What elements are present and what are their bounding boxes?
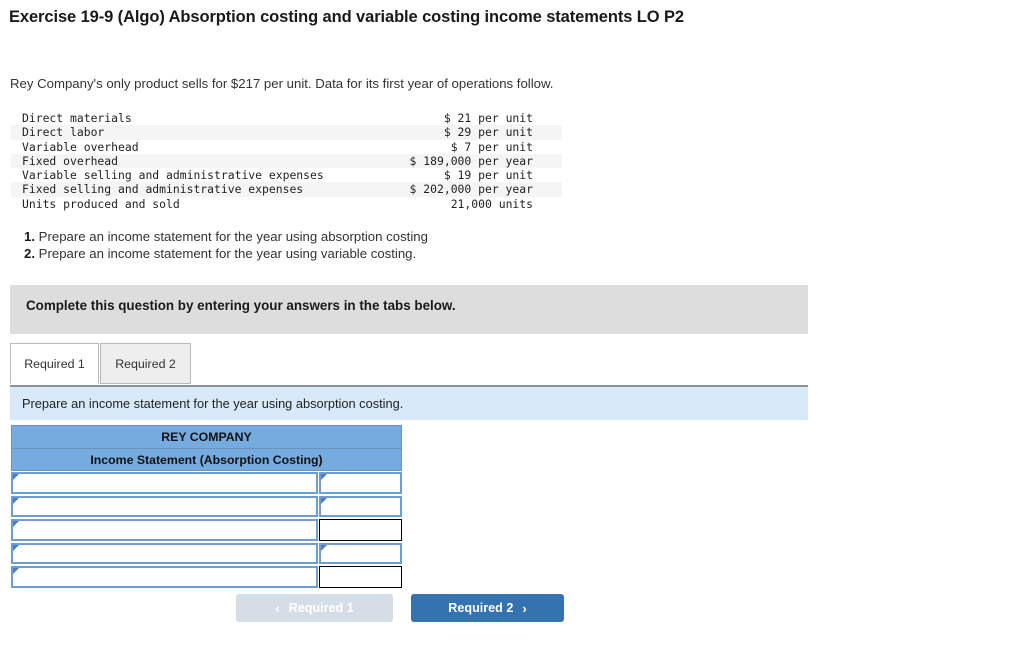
sheet-company-header: REY COMPANY bbox=[11, 425, 402, 448]
table-row: Direct labor $ 29 per unit bbox=[11, 125, 562, 140]
account-label-input-5[interactable] bbox=[11, 566, 318, 588]
fact-label: Direct labor bbox=[22, 125, 105, 140]
question-prompt-text: Prepare an income statement for the year… bbox=[22, 396, 404, 411]
table-row bbox=[11, 495, 402, 519]
amount-input-4[interactable] bbox=[319, 542, 402, 564]
account-label-input-3[interactable] bbox=[11, 519, 318, 541]
amount-input-1[interactable] bbox=[319, 472, 402, 494]
table-row: Units produced and sold 21,000 units bbox=[11, 197, 562, 211]
fact-value: $ 29 per unit bbox=[443, 125, 533, 140]
chevron-left-icon: ‹ bbox=[275, 600, 280, 616]
tab-bar: Required 1 Required 2 bbox=[10, 343, 808, 385]
sheet-statement-header: Income Statement (Absorption Costing) bbox=[11, 448, 402, 471]
dropdown-marker-icon bbox=[13, 474, 19, 480]
fact-value: $ 7 per unit bbox=[450, 139, 533, 154]
fact-value: 21,000 units bbox=[450, 196, 533, 211]
table-row: Variable selling and administrative expe… bbox=[11, 168, 562, 182]
table-row bbox=[11, 518, 402, 542]
total-cell bbox=[319, 566, 402, 588]
chevron-right-icon: › bbox=[522, 600, 527, 616]
fact-label: Direct materials bbox=[22, 111, 132, 125]
table-row bbox=[11, 565, 402, 589]
account-label-input-4[interactable] bbox=[11, 542, 318, 564]
requirements-list: 1. Prepare an income statement for the y… bbox=[24, 228, 428, 262]
given-data-body: Direct materials $ 21 per unit Direct la… bbox=[11, 111, 562, 211]
tab-required-2[interactable]: Required 2 bbox=[100, 343, 191, 384]
table-row: Variable overhead $ 7 per unit bbox=[11, 140, 562, 154]
instruction-banner: Complete this question by entering your … bbox=[10, 285, 808, 334]
account-label-input-1[interactable] bbox=[11, 472, 318, 494]
intro-text: Rey Company's only product sells for $21… bbox=[10, 76, 554, 91]
fact-value: $ 189,000 per year bbox=[409, 153, 533, 168]
table-row: Fixed overhead $ 189,000 per year bbox=[11, 153, 562, 169]
fact-value: $ 202,000 per year bbox=[409, 182, 533, 197]
answer-sheet: REY COMPANY Income Statement (Absorption… bbox=[11, 425, 402, 589]
dropdown-marker-icon bbox=[13, 568, 19, 574]
list-item: 2. Prepare an income statement for the y… bbox=[24, 245, 428, 262]
exercise-page: Exercise 19-9 (Algo) Absorption costing … bbox=[0, 0, 1014, 657]
question-prompt-bar: Prepare an income statement for the year… bbox=[10, 385, 808, 420]
list-item: 1. Prepare an income statement for the y… bbox=[24, 228, 428, 245]
requirement-number: 2. bbox=[24, 246, 35, 261]
fact-label: Units produced and sold bbox=[22, 196, 180, 211]
tab-required-1[interactable]: Required 1 bbox=[10, 343, 99, 384]
table-row: Direct materials $ 21 per unit bbox=[11, 111, 562, 125]
dropdown-marker-icon bbox=[321, 474, 327, 480]
fact-label: Variable overhead bbox=[22, 139, 139, 154]
requirement-text: Prepare an income statement for the year… bbox=[38, 246, 417, 261]
fact-label: Fixed selling and administrative expense… bbox=[22, 182, 304, 197]
dropdown-marker-icon bbox=[13, 544, 19, 551]
subtotal-cell-1 bbox=[319, 519, 402, 541]
account-label-input-2[interactable] bbox=[11, 495, 318, 517]
dropdown-marker-icon bbox=[321, 544, 327, 551]
instruction-banner-text: Complete this question by entering your … bbox=[26, 298, 456, 313]
given-data-table: Direct materials $ 21 per unit Direct la… bbox=[11, 111, 562, 211]
fact-value: $ 21 per unit bbox=[443, 111, 533, 125]
next-required-2-button[interactable]: Required 2 › bbox=[411, 594, 564, 622]
page-title: Exercise 19-9 (Algo) Absorption costing … bbox=[9, 8, 684, 26]
dropdown-marker-icon bbox=[13, 521, 19, 527]
requirement-number: 1. bbox=[24, 229, 35, 244]
fact-value: $ 19 per unit bbox=[443, 168, 533, 183]
amount-input-2[interactable] bbox=[319, 495, 402, 517]
next-button-label: Required 2 bbox=[448, 601, 514, 615]
table-row bbox=[11, 471, 402, 495]
previous-required-1-button[interactable]: ‹ Required 1 bbox=[236, 594, 393, 622]
table-row: Fixed selling and administrative expense… bbox=[11, 182, 562, 197]
fact-label: Fixed overhead bbox=[22, 153, 119, 168]
dropdown-marker-icon bbox=[321, 497, 327, 504]
fact-label: Variable selling and administrative expe… bbox=[22, 168, 324, 183]
previous-button-label: Required 1 bbox=[288, 601, 354, 615]
requirement-text: Prepare an income statement for the year… bbox=[38, 229, 428, 244]
table-row bbox=[11, 542, 402, 566]
dropdown-marker-icon bbox=[13, 497, 19, 504]
